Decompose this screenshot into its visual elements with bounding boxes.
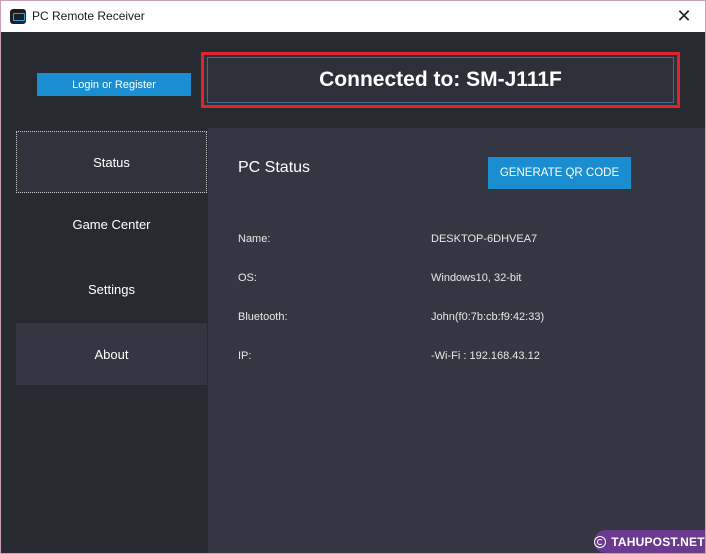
sidebar-item-label: Status — [93, 154, 130, 170]
sidebar: Status Game Center Settings About — [1, 128, 208, 553]
sidebar-item-status[interactable]: Status — [16, 131, 207, 193]
sidebar-item-label: About — [94, 346, 129, 362]
ip-value: -Wi-Fi : 192.168.43.12 — [431, 350, 540, 362]
sidebar-item-game-center[interactable]: Game Center — [16, 193, 207, 255]
sidebar-item-about[interactable]: About — [16, 323, 207, 385]
close-icon: ✕ — [676, 5, 692, 26]
copyright-icon — [594, 535, 607, 548]
os-value: Windows10, 32-bit — [431, 272, 522, 284]
title-bar[interactable]: PC Remote Receiver ✕ — [1, 1, 705, 32]
header-bar: Login or Register Connected to: SM-J111F — [1, 32, 705, 128]
login-register-button[interactable]: Login or Register — [37, 73, 191, 96]
os-label: OS: — [238, 272, 257, 284]
generate-qr-code-button[interactable]: GENERATE QR CODE — [488, 157, 631, 189]
close-button[interactable]: ✕ — [669, 3, 699, 29]
sidebar-item-label: Game Center — [72, 216, 151, 232]
window-title: PC Remote Receiver — [32, 9, 145, 23]
watermark-text: TAHUPOST.NET — [611, 534, 705, 549]
watermark-badge: TAHUPOST.NET — [594, 530, 705, 553]
bluetooth-value: John(f0:7b:cb:f9:42:33) — [431, 311, 545, 323]
app-logo-icon — [10, 9, 26, 24]
name-label: Name: — [238, 233, 271, 245]
connected-device-label: Connected to: SM-J111F — [319, 68, 562, 91]
connection-status-inner: Connected to: SM-J111F — [207, 57, 674, 103]
connection-status-box: Connected to: SM-J111F — [201, 52, 680, 108]
ip-label: IP: — [238, 350, 252, 362]
page-title: PC Status — [238, 159, 311, 176]
sidebar-item-settings[interactable]: Settings — [16, 258, 207, 320]
bluetooth-label: Bluetooth: — [238, 311, 288, 323]
pc-status-panel: PC Status GENERATE QR CODE Name: DESKTOP… — [208, 128, 705, 553]
app-window: PC Remote Receiver ✕ Login or Register C… — [0, 0, 706, 554]
name-value: DESKTOP-6DHVEA7 — [431, 233, 538, 245]
sidebar-item-label: Settings — [88, 281, 135, 297]
